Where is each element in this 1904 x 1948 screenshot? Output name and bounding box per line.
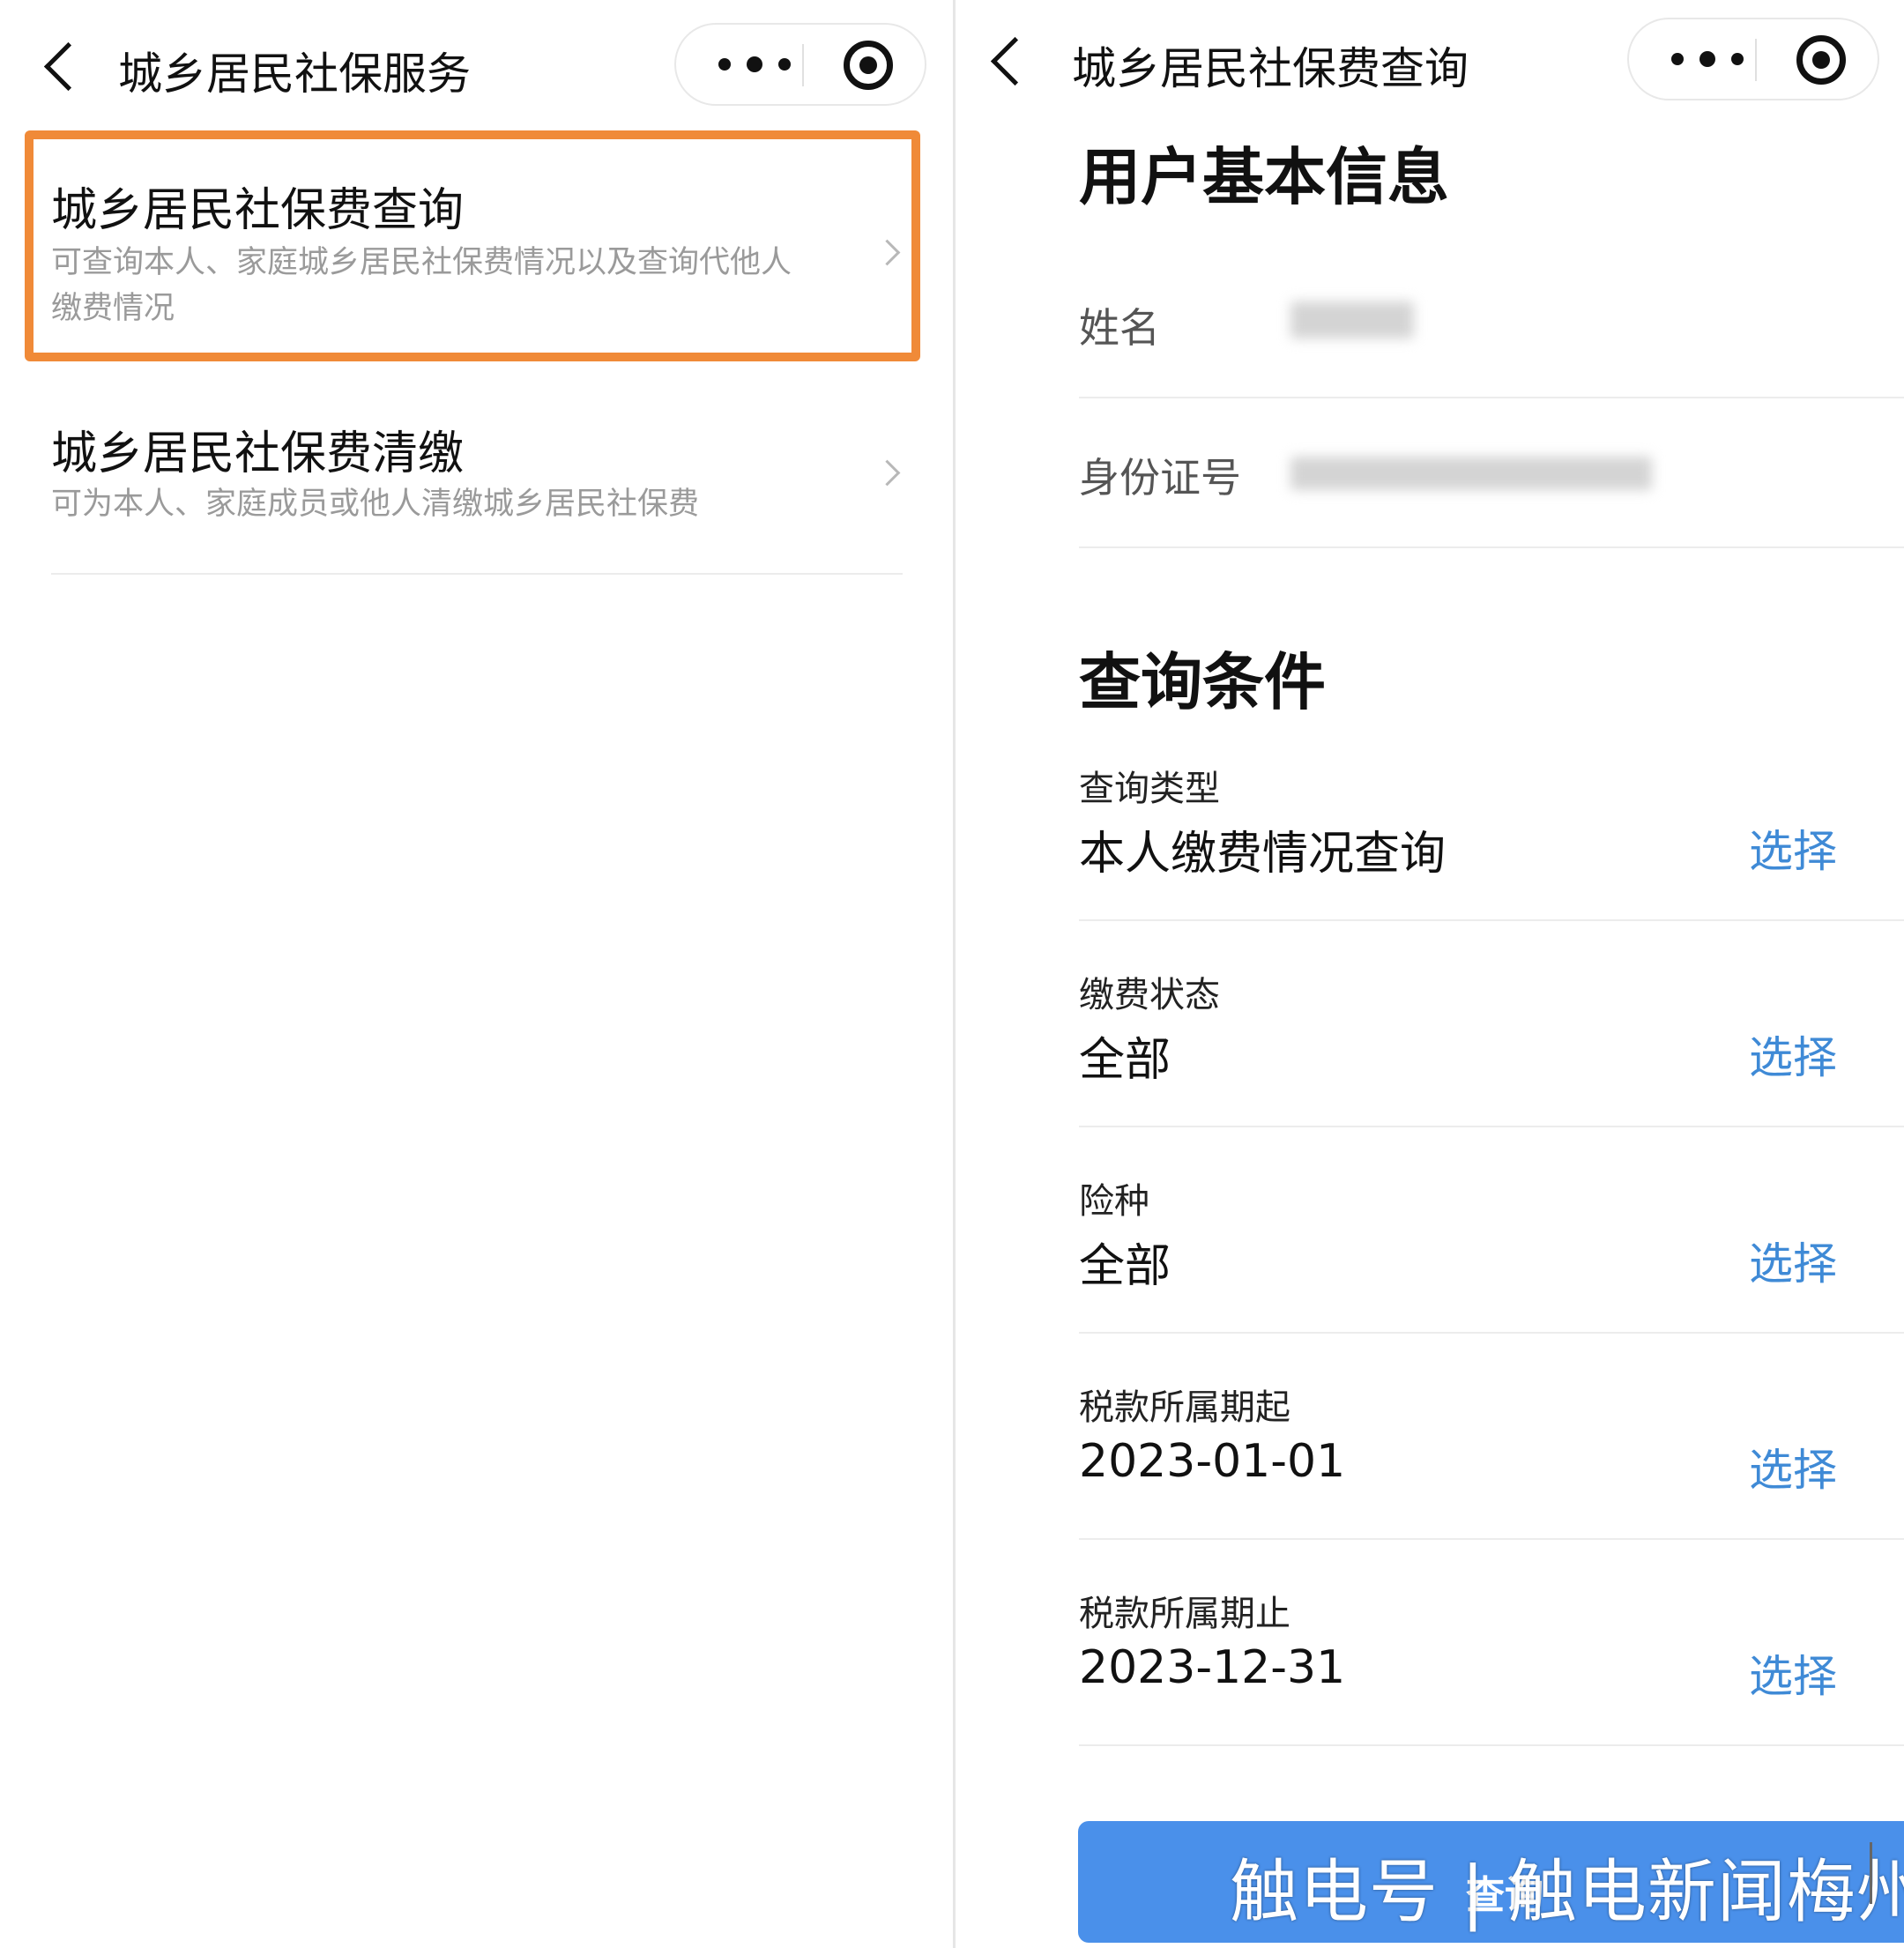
select-button[interactable]: 选择: [1749, 1229, 1837, 1292]
field-label: 缴费状态: [1079, 975, 1220, 1015]
divider: [1079, 1538, 1904, 1540]
list-item-fee-payment[interactable]: 城乡居民社保费清缴 可为本人、家庭成员或他人清缴城乡居民社保费: [0, 388, 953, 573]
select-button[interactable]: 选择: [1749, 1641, 1837, 1705]
watermark: 触电号 | 触电新闻梅州: [1230, 1853, 1904, 1932]
right-screen: 城乡居民社保费查询 用户基本信息 姓名 身份证号 查询条件 查询类型 本人缴费情…: [956, 0, 1904, 1948]
back-arrow-icon[interactable]: [990, 36, 1040, 86]
query-conditions-heading: 查询条件: [1079, 646, 1326, 718]
field-value: 全部: [1079, 1240, 1171, 1293]
field-label: 查询类型: [1079, 769, 1220, 809]
divider: [1079, 397, 1904, 398]
id-number-label: 身份证号: [1079, 454, 1241, 502]
divider: [51, 573, 903, 575]
capsule-divider: [802, 44, 804, 86]
field-label: 税款所属期止: [1079, 1594, 1290, 1634]
more-options-icon[interactable]: [1664, 19, 1752, 99]
list-item-title: 城乡居民社保费清缴: [51, 428, 465, 480]
mini-program-capsule: [1627, 18, 1879, 100]
select-button[interactable]: 选择: [1749, 1022, 1837, 1086]
divider: [1079, 919, 1904, 921]
close-target-icon[interactable]: [1796, 35, 1846, 85]
divider: [1079, 1744, 1904, 1746]
divider: [1079, 1332, 1904, 1334]
select-button[interactable]: 选择: [1749, 1435, 1837, 1498]
divider: [1079, 546, 1904, 548]
list-item-desc: 可为本人、家庭成员或他人清缴城乡居民社保费: [51, 487, 700, 522]
field-label: 税款所属期起: [1079, 1387, 1290, 1428]
id-number-value-redacted: [1290, 457, 1652, 490]
field-value: 本人缴费情况查询: [1079, 828, 1447, 881]
back-arrow-icon[interactable]: [43, 41, 93, 92]
field-value: 2023-01-01: [1079, 1435, 1346, 1488]
watermark-edge-mark: [1870, 1842, 1872, 1904]
close-target-icon[interactable]: [844, 41, 893, 90]
chevron-right-icon: [874, 459, 901, 487]
more-options-icon[interactable]: [711, 25, 800, 104]
user-info-heading: 用户基本信息: [1079, 141, 1449, 213]
left-screen: 城乡居民社保服务 城乡居民社保费查询 可查询本人、家庭城乡居民社保费情况以及查询…: [0, 0, 953, 1948]
nav-title: 城乡居民社保费查询: [1072, 43, 1469, 94]
field-value: 全部: [1079, 1034, 1171, 1087]
field-value: 2023-12-31: [1079, 1641, 1346, 1694]
mini-program-capsule: [674, 23, 926, 106]
highlight-box: [25, 130, 920, 361]
field-label: 险种: [1079, 1181, 1149, 1222]
nav-title: 城乡居民社保服务: [118, 48, 471, 100]
name-value-redacted: [1290, 301, 1414, 338]
name-label: 姓名: [1079, 304, 1160, 352]
capsule-divider: [1755, 39, 1757, 81]
select-button[interactable]: 选择: [1749, 816, 1837, 880]
divider: [1079, 1126, 1904, 1127]
